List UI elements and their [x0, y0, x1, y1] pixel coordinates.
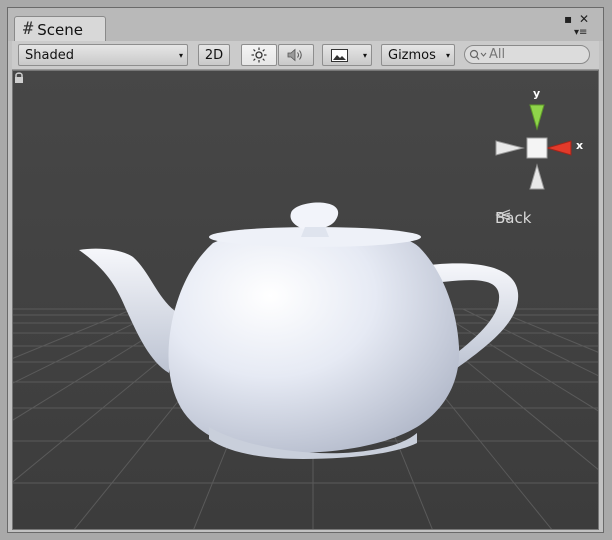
gizmos-dropdown[interactable]: Gizmos ▾ — [381, 44, 455, 66]
view-back-button[interactable]: Back — [495, 209, 531, 227]
search-input[interactable]: All — [464, 45, 590, 64]
search-placeholder: All — [489, 47, 506, 62]
scene-canvas — [13, 71, 598, 529]
effects-dropdown[interactable]: ▾ — [322, 44, 372, 66]
window-menu-icon[interactable]: ▾≡ — [574, 28, 587, 38]
chevron-down-icon: ▾ — [362, 50, 367, 60]
search-icon — [469, 49, 487, 60]
perspective-icon — [495, 209, 511, 221]
speaker-icon — [287, 48, 302, 62]
audio-toggle-button[interactable] — [278, 44, 314, 66]
image-icon — [331, 48, 348, 62]
maximize-icon[interactable]: ▪ — [564, 13, 572, 25]
tab-scene-label: Scene — [37, 20, 83, 39]
chevron-down-icon: ▾ — [178, 50, 183, 60]
scene-toolbar: Shaded ▾ 2D ▾ Gizmos ▾ All — [12, 41, 599, 70]
gizmo-y-label: y — [533, 87, 541, 100]
draw-mode-dropdown[interactable]: Shaded ▾ — [18, 44, 188, 66]
chevron-down-icon: ▾ — [445, 50, 450, 60]
lighting-toggle-button[interactable] — [241, 44, 277, 66]
2d-label: 2D — [204, 47, 224, 63]
draw-mode-value: Shaded — [25, 47, 74, 63]
scene-window: # Scene ▪ ✕ ▾≡ Shaded ▾ 2D ▾ Gizmos ▾ Al… — [7, 7, 604, 533]
sun-icon — [251, 47, 267, 63]
grid-icon: # — [23, 19, 34, 39]
gizmo-x-label: x — [576, 139, 584, 152]
close-icon[interactable]: ✕ — [579, 13, 589, 25]
gizmos-label: Gizmos — [388, 47, 436, 63]
2d-toggle-button[interactable]: 2D — [198, 44, 230, 66]
scene-viewport[interactable]: y x Back — [12, 70, 599, 530]
tab-strip: # Scene ▪ ✕ ▾≡ — [8, 8, 603, 42]
tab-scene[interactable]: # Scene — [14, 16, 106, 42]
gizmo-center-cube[interactable] — [526, 137, 548, 159]
lock-icon[interactable] — [13, 71, 25, 84]
